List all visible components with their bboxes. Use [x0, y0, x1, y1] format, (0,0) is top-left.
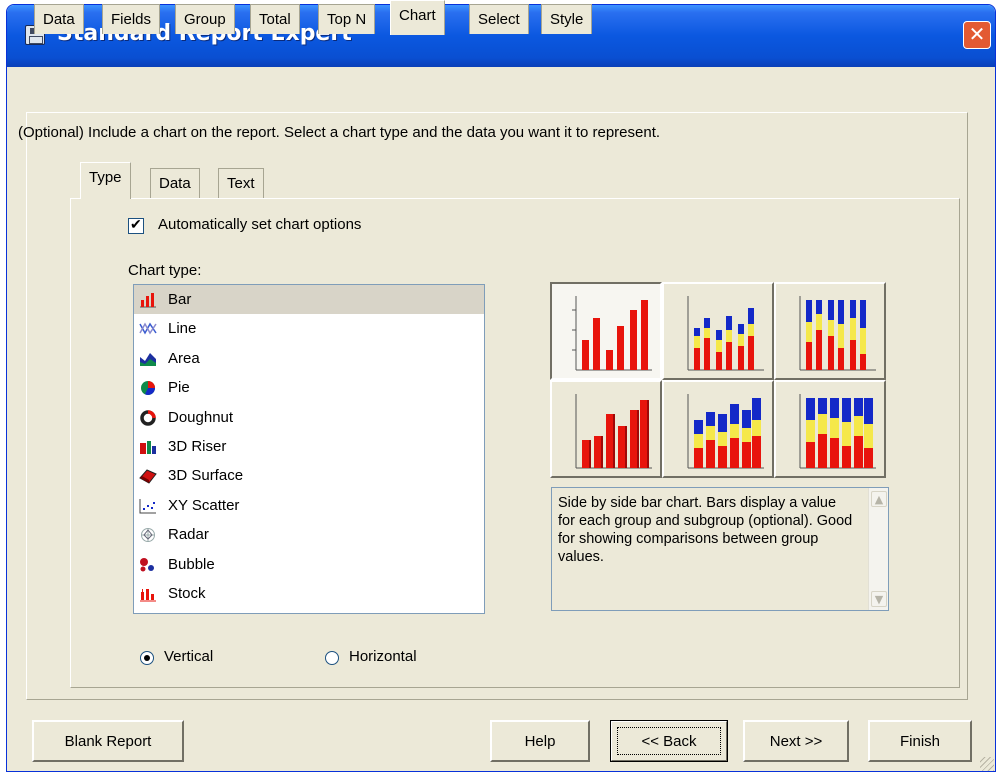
inner-tab-text[interactable]: Text	[218, 168, 264, 198]
checkbox-box[interactable]	[128, 216, 144, 234]
tab-select[interactable]: Select	[469, 4, 529, 34]
percent-bar-icon	[799, 296, 876, 371]
gallery-3d-side-by-side-bar[interactable]	[550, 380, 662, 478]
area-chart-icon	[140, 352, 156, 366]
chart-description-text: Side by side bar chart. Bars display a v…	[558, 495, 853, 565]
tab-chart[interactable]: Chart	[390, 0, 445, 35]
list-item-label: XY Scatter	[168, 496, 240, 514]
resize-grip-icon[interactable]	[980, 757, 994, 771]
list-item-label: 3D Riser	[168, 437, 227, 455]
chart-description-box[interactable]: Side by side bar chart. Bars display a v…	[551, 487, 889, 611]
tab-total[interactable]: Total	[250, 4, 300, 34]
list-item-3d-riser[interactable]: 3D Riser	[134, 432, 484, 461]
vertical-radio-label: Vertical	[164, 648, 214, 665]
chart-type-list[interactable]: Bar Line Area Pie Doughnut 3D Riser 3D S…	[133, 284, 485, 614]
close-button[interactable]: ✕	[963, 21, 991, 49]
stock-chart-icon	[140, 588, 156, 602]
instructions-text: (Optional) Include a chart on the report…	[18, 124, 661, 141]
description-scrollbar[interactable]: ▲ ▼	[868, 488, 888, 610]
chart-subtype-gallery	[550, 282, 886, 478]
gallery-side-by-side-bar[interactable]	[550, 282, 662, 380]
list-item-label: Radar	[168, 526, 209, 544]
list-item-label: Area	[168, 349, 200, 367]
doughnut-chart-icon	[140, 409, 156, 426]
list-item-3d-surface[interactable]: 3D Surface	[134, 461, 484, 490]
back-button[interactable]: << Back	[610, 720, 728, 762]
3d-riser-chart-icon	[140, 440, 156, 454]
tab-fields[interactable]: Fields	[102, 4, 161, 34]
chart-type-label: Chart type:	[128, 262, 202, 279]
radio-button-horizontal[interactable]	[325, 651, 339, 665]
3d-surface-chart-icon	[139, 469, 157, 484]
list-item-radar[interactable]: Radar	[134, 520, 484, 549]
list-item-pie[interactable]: Pie	[134, 373, 484, 402]
stacked-bar-icon	[687, 296, 764, 371]
list-item-label: Doughnut	[168, 408, 234, 426]
next-button[interactable]: Next >>	[743, 720, 849, 762]
finish-button[interactable]: Finish	[868, 720, 972, 762]
list-item-label: Bubble	[168, 555, 215, 573]
gallery-percent-bar[interactable]	[774, 282, 886, 380]
list-item-bar[interactable]: Bar	[134, 285, 484, 315]
tab-data[interactable]: Data	[34, 4, 84, 34]
focus-rect	[617, 727, 721, 755]
horizontal-radio-label: Horizontal	[349, 648, 417, 665]
list-item-doughnut[interactable]: Doughnut	[134, 403, 484, 432]
gallery-3d-stacked-bar[interactable]	[662, 380, 774, 478]
list-item-label: Pie	[168, 379, 190, 397]
inner-tab-data[interactable]: Data	[150, 168, 200, 198]
gallery-stacked-bar[interactable]	[662, 282, 774, 380]
list-item-xy-scatter[interactable]: XY Scatter	[134, 491, 484, 520]
list-item-line[interactable]: Line	[134, 314, 484, 343]
xy-scatter-chart-icon	[139, 498, 156, 514]
bubble-chart-icon	[140, 557, 154, 572]
radio-button-vertical[interactable]	[140, 651, 154, 665]
tab-group[interactable]: Group	[175, 4, 235, 34]
tab-style[interactable]: Style	[541, 4, 593, 34]
3d-stacked-bar-icon	[687, 394, 764, 469]
pie-chart-icon	[141, 381, 155, 396]
help-button[interactable]: Help	[490, 720, 590, 762]
tab-top-n[interactable]: Top N	[318, 4, 376, 34]
scroll-up-icon[interactable]: ▲	[871, 491, 887, 507]
bar-chart-icon	[140, 293, 156, 308]
list-item-stock[interactable]: Stock	[134, 579, 484, 608]
scroll-down-icon[interactable]: ▼	[871, 591, 887, 607]
list-item-label: Line	[168, 320, 197, 338]
close-icon: ✕	[968, 22, 986, 46]
gallery-3d-percent-bar[interactable]	[774, 380, 886, 478]
inner-tab-type[interactable]: Type	[80, 162, 131, 199]
list-item-label: 3D Surface	[168, 467, 244, 485]
radar-chart-icon	[141, 528, 155, 543]
list-item-label: Bar	[168, 291, 192, 308]
3d-percent-bar-icon	[799, 394, 876, 469]
list-item-area[interactable]: Area	[134, 344, 484, 373]
3d-side-by-side-bar-icon	[575, 394, 652, 469]
blank-report-button[interactable]: Blank Report	[32, 720, 184, 762]
side-by-side-bar-icon	[572, 296, 652, 371]
line-chart-icon	[139, 322, 157, 335]
checkbox-label: Automatically set chart options	[158, 216, 362, 233]
list-item-bubble[interactable]: Bubble	[134, 550, 484, 579]
list-item-label: Stock	[168, 584, 206, 602]
